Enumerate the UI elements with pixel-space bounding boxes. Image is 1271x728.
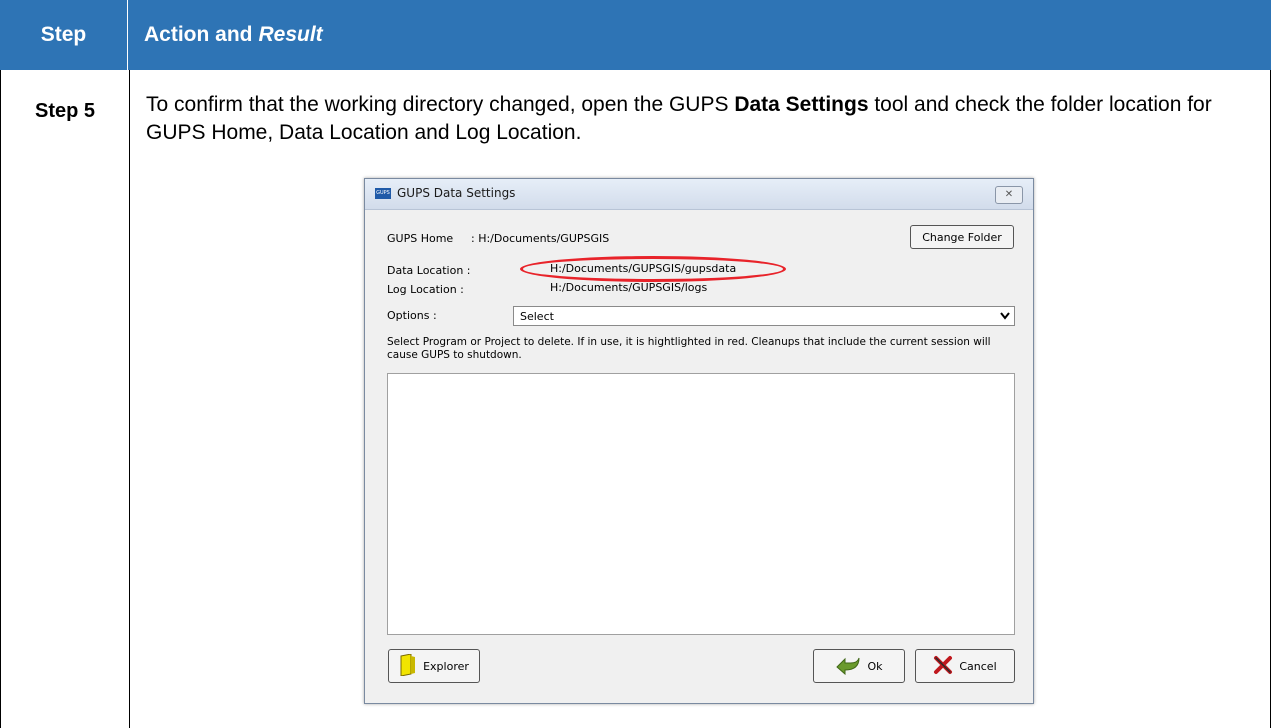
header-step: Step — [0, 0, 128, 70]
close-icon[interactable]: ✕ — [995, 186, 1023, 204]
dialog-titlebar[interactable]: GUPS GUPS Data Settings ✕ — [365, 179, 1033, 210]
options-select[interactable]: Select — [513, 306, 1015, 326]
instruction-bold: Data Settings — [734, 93, 869, 116]
explorer-button[interactable]: Explorer — [388, 649, 480, 683]
instruction-text: To confirm that the working directory ch… — [146, 91, 1256, 147]
step-table: Step Action and Result Step 5 To confirm… — [0, 0, 1271, 728]
data-location-label: Data Location : — [387, 264, 471, 277]
header-action-italic: Result — [258, 23, 323, 46]
cancel-x-icon — [933, 655, 953, 678]
table-header: Step Action and Result — [0, 0, 1271, 70]
folder-icon — [399, 652, 417, 679]
dialog-title: GUPS Data Settings — [397, 186, 516, 200]
highlight-ellipse — [520, 256, 786, 282]
gups-app-icon: GUPS — [375, 188, 391, 199]
log-location-value: H:/Documents/GUPSGIS/logs — [550, 281, 708, 294]
ok-arrow-icon — [835, 655, 861, 678]
step-label: Step 5 — [34, 100, 96, 122]
cancel-button[interactable]: Cancel — [915, 649, 1015, 683]
instruction-before: To confirm that the working directory ch… — [146, 93, 735, 116]
column-divider — [129, 70, 130, 728]
gups-data-settings-dialog: GUPS GUPS Data Settings ✕ GUPS Home : H:… — [364, 178, 1034, 704]
ok-button[interactable]: Ok — [813, 649, 905, 683]
explorer-label: Explorer — [423, 659, 469, 673]
program-project-list[interactable] — [387, 373, 1015, 635]
gups-home-value: : H:/Documents/GUPSGIS — [471, 232, 610, 245]
change-folder-button[interactable]: Change Folder — [910, 225, 1014, 249]
options-label: Options : — [387, 309, 437, 322]
header-action: Action and Result — [128, 0, 1271, 70]
ok-label: Ok — [867, 659, 883, 673]
options-selected-value: Select — [520, 310, 554, 323]
cleanup-note: Select Program or Project to delete. If … — [387, 336, 991, 361]
cancel-label: Cancel — [959, 659, 997, 673]
header-action-plain: Action and — [144, 23, 253, 46]
chevron-down-icon[interactable] — [996, 307, 1014, 325]
gups-home-label: GUPS Home — [387, 232, 454, 245]
log-location-label: Log Location : — [387, 283, 464, 296]
